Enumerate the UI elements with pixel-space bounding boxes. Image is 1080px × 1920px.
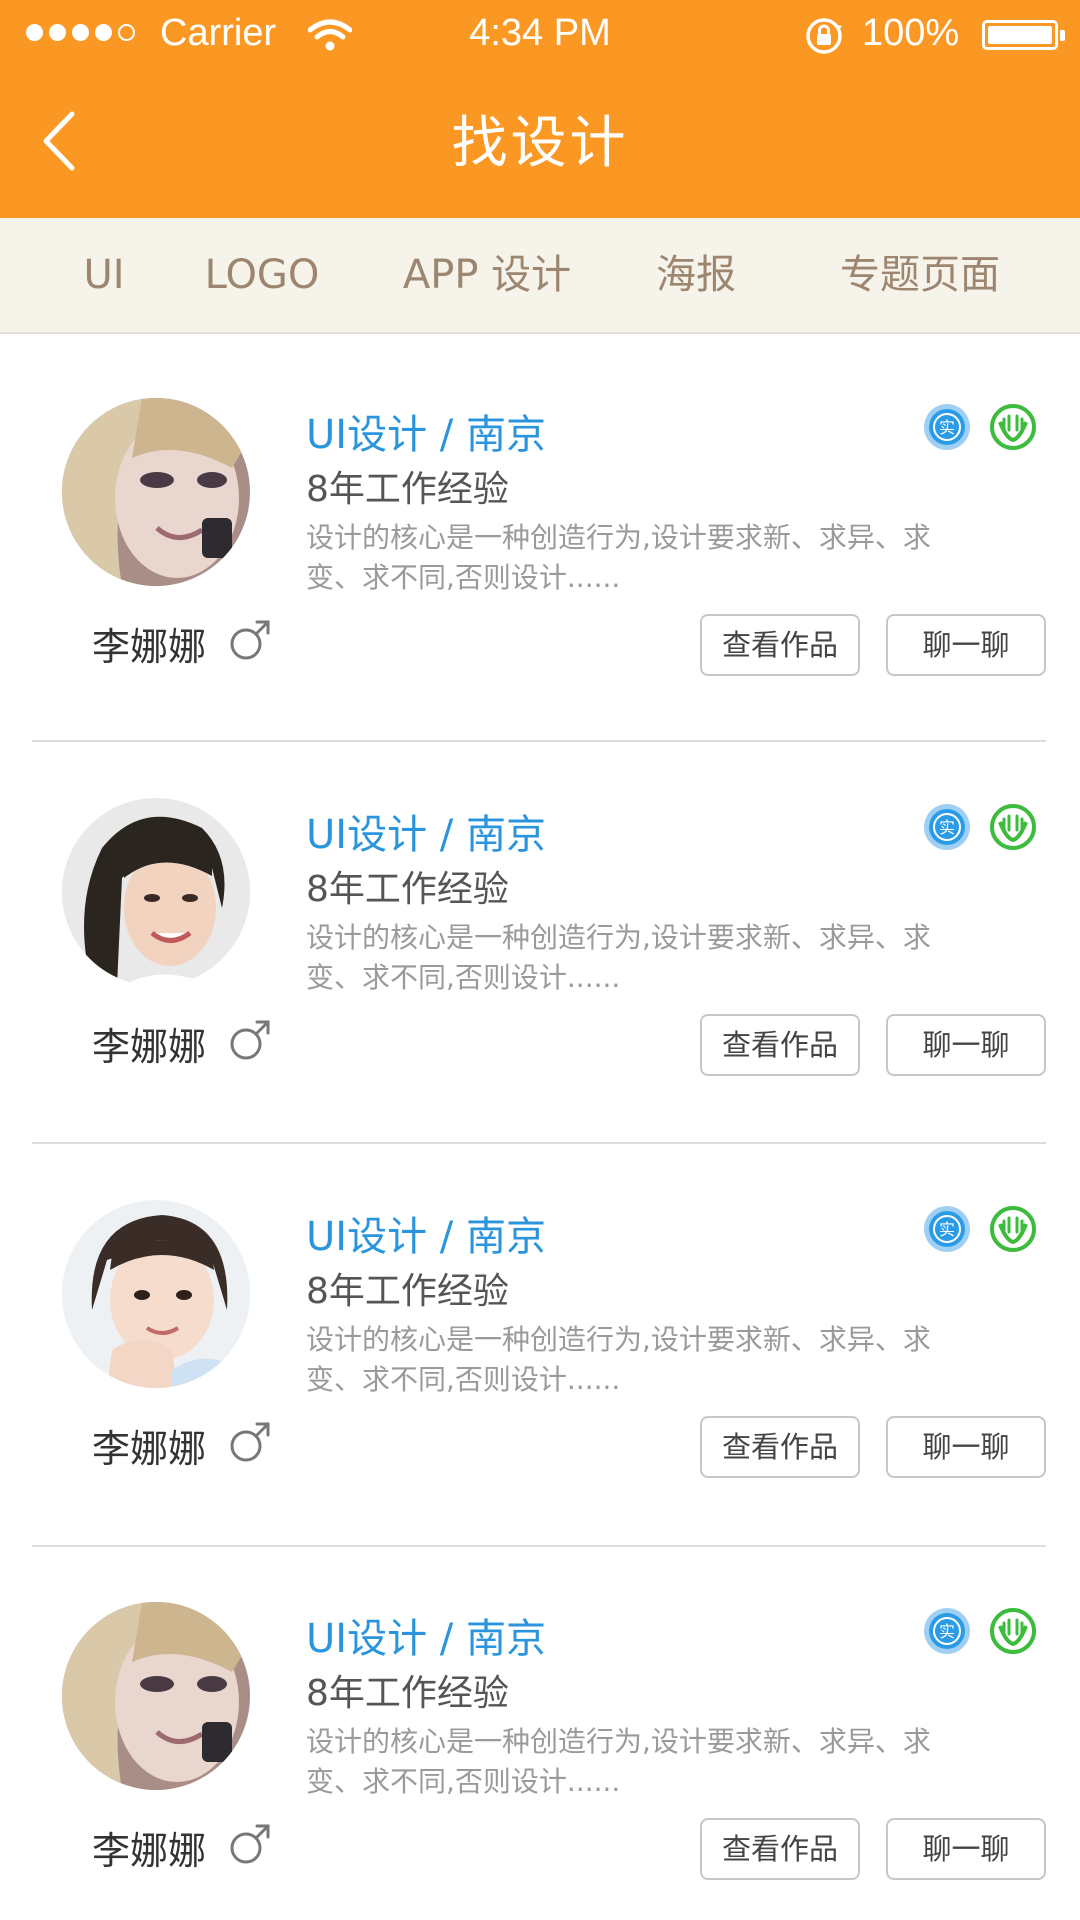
experience: 8年工作经验 (306, 469, 509, 510)
designer-name: 李娜娜 (92, 1427, 207, 1471)
header: Carrier 4:34 PM 100% 找设计 (0, 0, 1080, 218)
verified-badge-text: 实 (939, 418, 955, 437)
designer-name: 李娜娜 (92, 625, 207, 669)
tab-logo[interactable]: LOGO (205, 218, 320, 332)
experience: 8年工作经验 (306, 869, 509, 910)
experience: 8年工作经验 (306, 1271, 509, 1312)
verified-badge-icon: 实 (924, 404, 970, 450)
designer-name: 李娜娜 (92, 1829, 207, 1873)
view-works-button[interactable]: 查看作品 (700, 1818, 860, 1880)
description: 设计的核心是一种创造行为,设计要求新、求异、求变、求不同,否则设计...... (306, 1323, 931, 1396)
verified-badge-icon: 实 (924, 804, 970, 850)
chat-button[interactable]: 聊一聊 (886, 614, 1046, 676)
view-works-button[interactable]: 查看作品 (700, 1416, 860, 1478)
page-title: 找设计 (451, 111, 629, 176)
tab-poster[interactable]: 海报 (656, 218, 736, 332)
hands-badge-icon (990, 404, 1036, 450)
designer-card[interactable]: 李娜娜 UI设计 / 南京 8年工作经验 设计的核心是一种创造行为,设计要求新、… (0, 1136, 1080, 1538)
battery-nub (1060, 30, 1065, 41)
verified-badge-icon: 实 (924, 1608, 970, 1654)
avatar[interactable] (62, 1200, 250, 1388)
designer-card[interactable]: 李娜娜 UI设计 / 南京 8年工作经验 设计的核心是一种创造行为,设计要求新、… (0, 734, 1080, 1136)
battery-icon (982, 20, 1065, 50)
avatar[interactable] (62, 1602, 250, 1790)
status-bar: Carrier 4:34 PM 100% (0, 0, 1080, 68)
view-works-button[interactable]: 查看作品 (700, 614, 860, 676)
verified-badge-text: 实 (939, 1622, 955, 1641)
hands-badge-icon (990, 1608, 1036, 1654)
designer-card[interactable]: 李娜娜 UI设计 / 南京 8年工作经验 设计的核心是一种创造行为,设计要求新、… (0, 1538, 1080, 1920)
avatar-photo (62, 798, 250, 986)
tab-ui[interactable]: UI (83, 218, 124, 332)
male-icon (230, 1020, 270, 1060)
role-location: UI设计 / 南京 (306, 1214, 546, 1260)
rotation-lock-icon (806, 18, 842, 54)
avatar-photo (62, 1602, 250, 1790)
category-tabs: UI LOGO APP 设计 海报 专题页面 (0, 218, 1080, 334)
experience: 8年工作经验 (306, 1673, 509, 1714)
designer-card[interactable]: 李娜娜 UI设计 / 南京 8年工作经验 设计的核心是一种创造行为,设计要求新、… (0, 334, 1080, 736)
battery-percent: 100% (862, 12, 960, 54)
verified-badge-icon: 实 (924, 1206, 970, 1252)
male-icon (230, 620, 270, 660)
verified-badge-text: 实 (939, 818, 955, 837)
battery-level (988, 26, 1052, 44)
role-location: UI设计 / 南京 (306, 412, 546, 458)
description: 设计的核心是一种创造行为,设计要求新、求异、求变、求不同,否则设计...... (306, 1725, 931, 1798)
verified-badge-text: 实 (939, 1220, 955, 1239)
avatar-photo (62, 398, 250, 586)
hands-badge-icon (990, 804, 1036, 850)
description: 设计的核心是一种创造行为,设计要求新、求异、求变、求不同,否则设计...... (306, 521, 931, 594)
chat-button[interactable]: 聊一聊 (886, 1818, 1046, 1880)
male-icon (230, 1824, 270, 1864)
view-works-button[interactable]: 查看作品 (700, 1014, 860, 1076)
chat-button[interactable]: 聊一聊 (886, 1416, 1046, 1478)
tab-topic-page[interactable]: 专题页面 (840, 218, 1000, 332)
nav-bar: 找设计 (0, 68, 1080, 218)
description: 设计的核心是一种创造行为,设计要求新、求异、求变、求不同,否则设计...... (306, 921, 931, 994)
avatar[interactable] (62, 398, 250, 586)
tab-app-design[interactable]: APP 设计 (403, 218, 571, 332)
role-location: UI设计 / 南京 (306, 812, 546, 858)
avatar[interactable] (62, 798, 250, 986)
designer-name: 李娜娜 (92, 1025, 207, 1069)
chat-button[interactable]: 聊一聊 (886, 1014, 1046, 1076)
hands-badge-icon (990, 1206, 1036, 1252)
male-icon (230, 1422, 270, 1462)
role-location: UI设计 / 南京 (306, 1616, 546, 1662)
avatar-photo (62, 1200, 250, 1388)
screen: Carrier 4:34 PM 100% 找设计 UI LOGO APP 设计 … (0, 0, 1080, 1920)
